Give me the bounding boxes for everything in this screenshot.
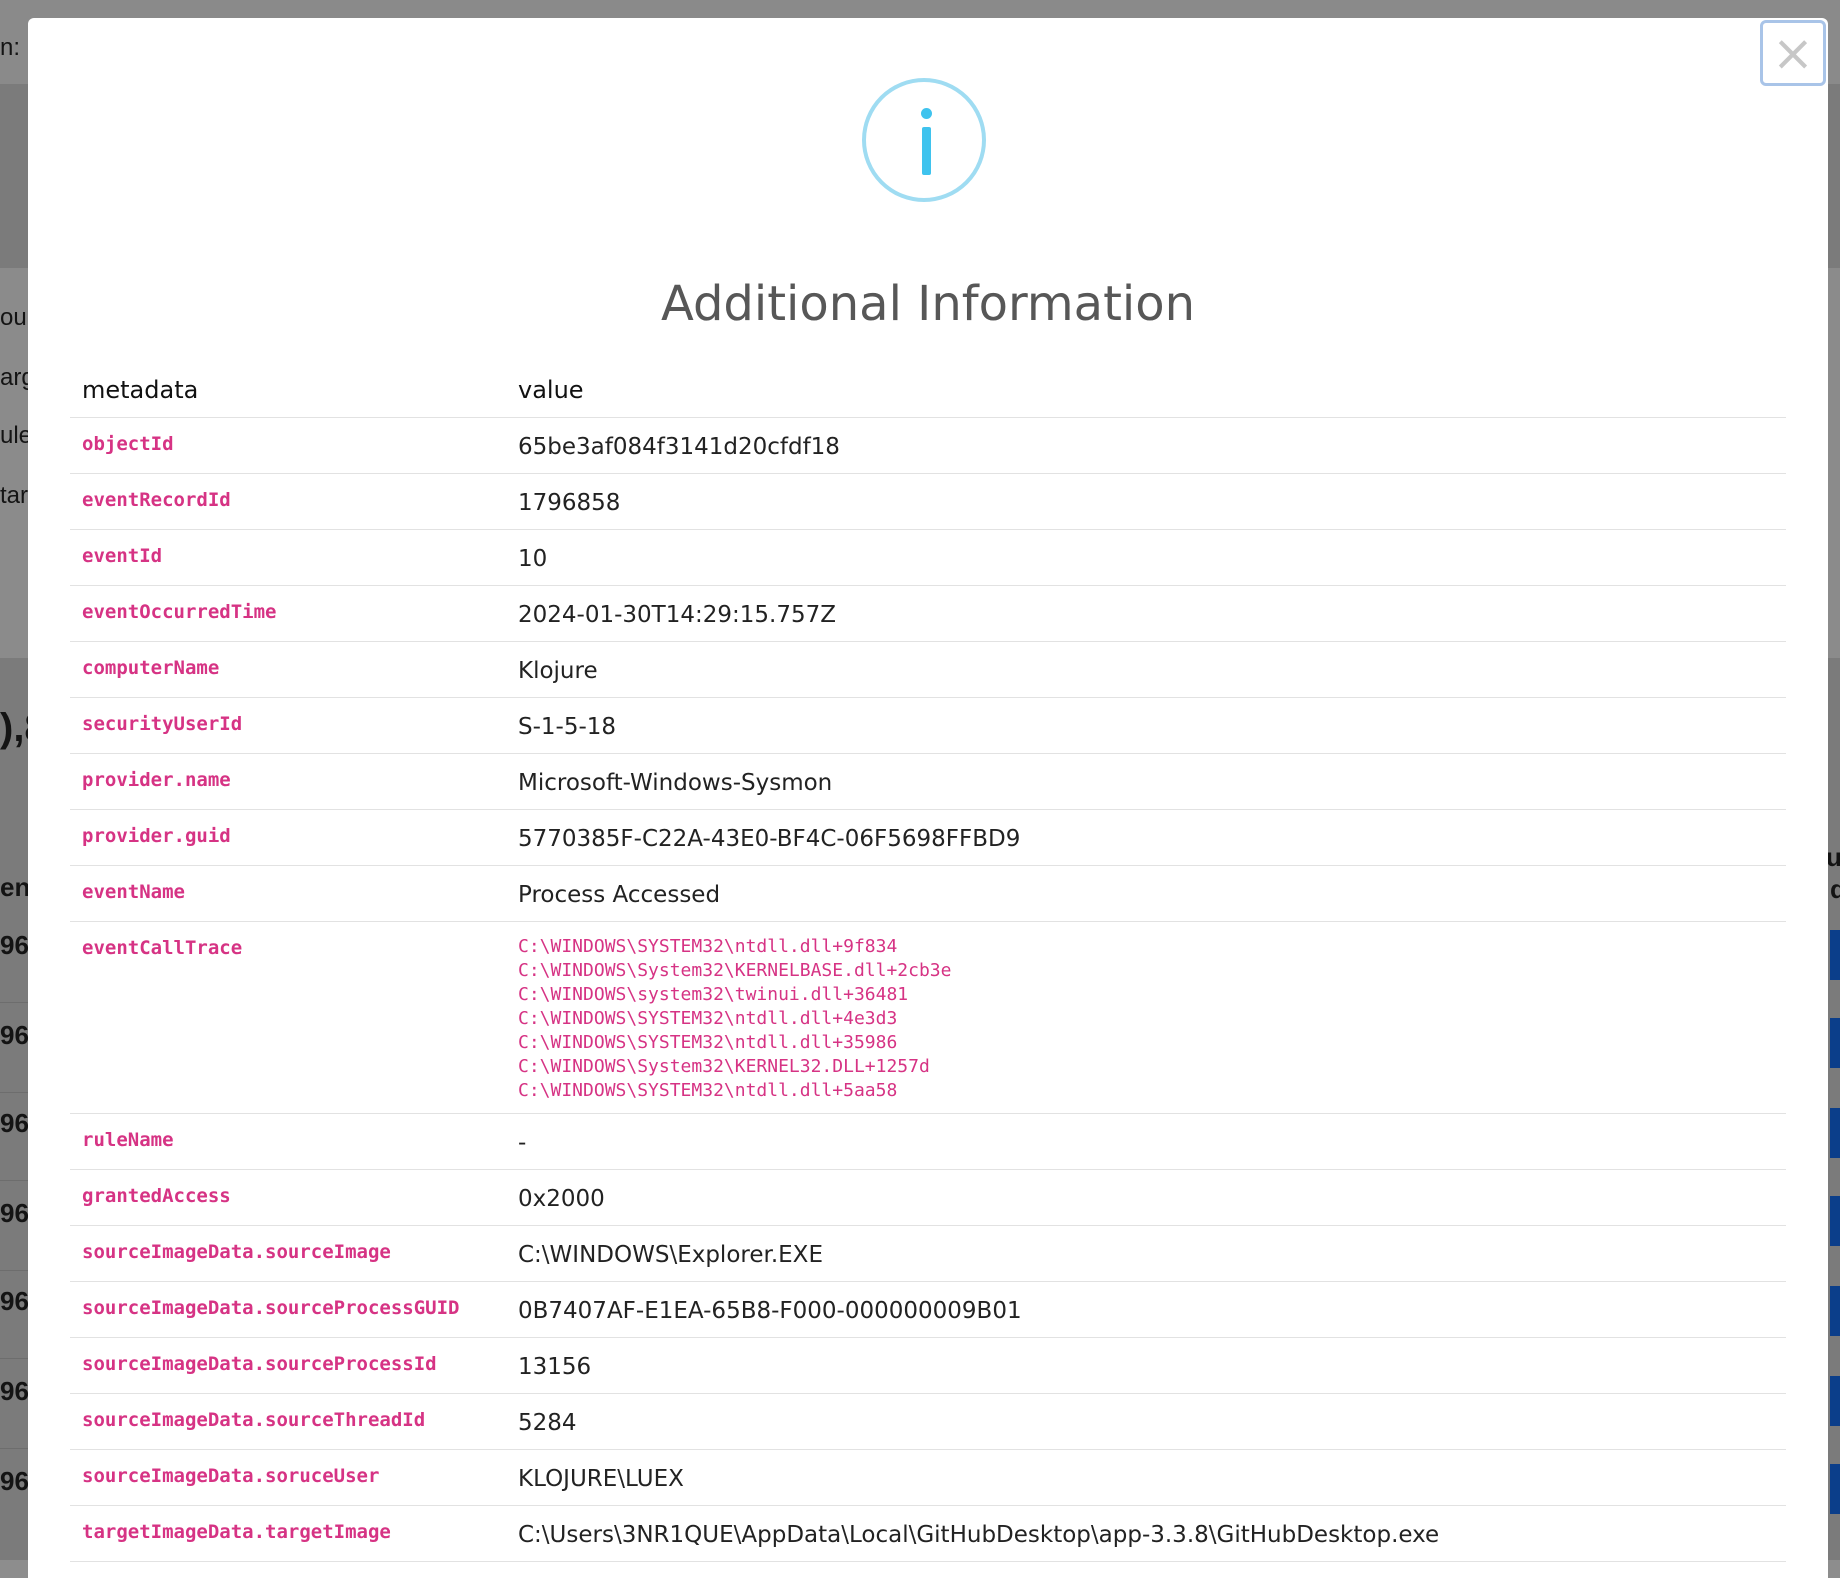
background-action-button <box>1830 930 1840 980</box>
call-trace-line: C:\WINDOWS\SYSTEM32\ntdll.dll+5aa58 <box>518 1080 898 1101</box>
table-row: eventOccurredTime 2024-01-30T14:29:15.757… <box>70 585 1786 642</box>
table-row: eventName Process Accessed <box>70 865 1786 922</box>
column-header-metadata: metadata <box>70 363 506 418</box>
background-row-divider <box>0 1358 30 1359</box>
metadata-key: objectId <box>70 417 506 474</box>
background-side-panel <box>1828 268 1840 658</box>
metadata-key: targetImageData.targetImage <box>70 1505 506 1562</box>
close-icon: × <box>1772 24 1814 82</box>
call-trace-value: C:\WINDOWS\SYSTEM32\ntdll.dll+9f834 C:\WI… <box>506 921 1786 1114</box>
call-trace-line: C:\WINDOWS\SYSTEM32\ntdll.dll+9f834 <box>518 936 898 957</box>
table-row: provider.guid 5770385F-C22A-43E0-BF4C-06F… <box>70 809 1786 866</box>
metadata-value: 65be3af084f3141d20cfdf18 <box>506 417 1786 474</box>
background-action-button <box>1830 1018 1840 1068</box>
metadata-value: Klojure <box>506 641 1786 698</box>
background-action-button <box>1830 1286 1840 1336</box>
table-header-row: metadata value <box>70 363 1786 418</box>
table-row: targetImageData.targetImage C:\Users\3NR1… <box>70 1505 1786 1562</box>
table-row: ruleName - <box>70 1113 1786 1170</box>
metadata-key: securityUserId <box>70 697 506 754</box>
table-row: sourceImageData.sourceThreadId 5284 <box>70 1393 1786 1450</box>
background-row-divider <box>0 1092 30 1093</box>
table-row: computerName Klojure <box>70 641 1786 698</box>
metadata-key: sourceImageData.sourceProcessId <box>70 1337 506 1394</box>
table-row: grantedAccess 0x2000 <box>70 1169 1786 1226</box>
metadata-value: KLOJURE\LUEX <box>506 1449 1786 1506</box>
table-row: provider.name Microsoft-Windows-Sysmon <box>70 753 1786 810</box>
metadata-key: sourceImageData.soruceUser <box>70 1449 506 1506</box>
table-row: eventCallTrace C:\WINDOWS\SYSTEM32\ntdll.… <box>70 921 1786 1114</box>
metadata-value: 13156 <box>506 1337 1786 1394</box>
background-row-divider <box>0 1270 30 1271</box>
metadata-value: S-1-5-18 <box>506 697 1786 754</box>
background-text: d <box>1830 874 1840 904</box>
metadata-key: provider.name <box>70 753 506 810</box>
metadata-key: ruleName <box>70 1113 506 1170</box>
call-trace-line: C:\WINDOWS\SYSTEM32\ntdll.dll+35986 <box>518 1032 898 1053</box>
metadata-value: 5284 <box>506 1393 1786 1450</box>
table-row: eventRecordId 1796858 <box>70 473 1786 530</box>
metadata-value: - <box>506 1113 1786 1170</box>
background-row-divider <box>0 1002 30 1003</box>
metadata-value: C:\WINDOWS\Explorer.EXE <box>506 1225 1786 1282</box>
metadata-key: grantedAccess <box>70 1169 506 1226</box>
modal-title: Additional Information <box>660 276 1196 332</box>
background-action-button <box>1830 1196 1840 1246</box>
background-action-button <box>1830 1376 1840 1426</box>
metadata-value: 2024-01-30T14:29:15.757Z <box>506 585 1786 642</box>
metadata-value: 5770385F-C22A-43E0-BF4C-06F5698FFBD9 <box>506 809 1786 866</box>
metadata-value: 10 <box>506 529 1786 586</box>
table-row: objectId 65be3af084f3141d20cfdf18 <box>70 417 1786 474</box>
background-action-button <box>1830 1108 1840 1158</box>
metadata-value: 0x2000 <box>506 1169 1786 1226</box>
metadata-key: eventOccurredTime <box>70 585 506 642</box>
metadata-value: 1796858 <box>506 473 1786 530</box>
metadata-key: sourceImageData.sourceProcessGUID <box>70 1281 506 1338</box>
info-icon <box>862 78 986 202</box>
close-button[interactable]: × <box>1760 20 1826 86</box>
metadata-value: C:\Users\3NR1QUE\AppData\Local\GitHubDes… <box>506 1505 1786 1562</box>
table-row: sourceImageData.sourceProcessId 13156 <box>70 1337 1786 1394</box>
metadata-key: eventCallTrace <box>70 921 506 1114</box>
background-action-button <box>1830 1464 1840 1514</box>
metadata-key: provider.guid <box>70 809 506 866</box>
metadata-key: computerName <box>70 641 506 698</box>
metadata-value: Microsoft-Windows-Sysmon <box>506 753 1786 810</box>
metadata-key: eventRecordId <box>70 473 506 530</box>
table-row: securityUserId S-1-5-18 <box>70 697 1786 754</box>
background-text: tar <box>0 482 29 509</box>
background-row-divider <box>0 1180 30 1181</box>
background-row-divider <box>0 1448 30 1449</box>
table-row: sourceImageData.sourceImage C:\WINDOWS\Ex… <box>70 1225 1786 1282</box>
table-row: sourceImageData.soruceUser KLOJURE\LUEX <box>70 1449 1786 1506</box>
metadata-key: sourceImageData.sourceThreadId <box>70 1393 506 1450</box>
background-text: ou <box>0 304 27 331</box>
metadata-table: metadata value objectId 65be3af084f3141d2… <box>70 363 1786 1562</box>
metadata-key: sourceImageData.sourceImage <box>70 1225 506 1282</box>
call-trace-line: C:\WINDOWS\System32\KERNELBASE.dll+2cb3e <box>518 960 952 981</box>
metadata-key: eventId <box>70 529 506 586</box>
metadata-value: Process Accessed <box>506 865 1786 922</box>
metadata-value: 0B7407AF-E1EA-65B8-F000-000000009B01 <box>506 1281 1786 1338</box>
call-trace-line: C:\WINDOWS\SYSTEM32\ntdll.dll+4e3d3 <box>518 1008 898 1029</box>
metadata-table-body: objectId 65be3af084f3141d20cfdf18 eventRec… <box>70 417 1786 1562</box>
metadata-key: eventName <box>70 865 506 922</box>
background-text: ul <box>1826 842 1840 872</box>
table-row: eventId 10 <box>70 529 1786 586</box>
additional-info-modal: × Additional Information metadata value … <box>28 18 1828 1578</box>
call-trace-line: C:\WINDOWS\System32\KERNEL32.DLL+1257d <box>518 1056 930 1077</box>
column-header-value: value <box>506 363 1786 418</box>
table-row: sourceImageData.sourceProcessGUID 0B7407A… <box>70 1281 1786 1338</box>
call-trace-line: C:\WINDOWS\system32\twinui.dll+36481 <box>518 984 909 1005</box>
